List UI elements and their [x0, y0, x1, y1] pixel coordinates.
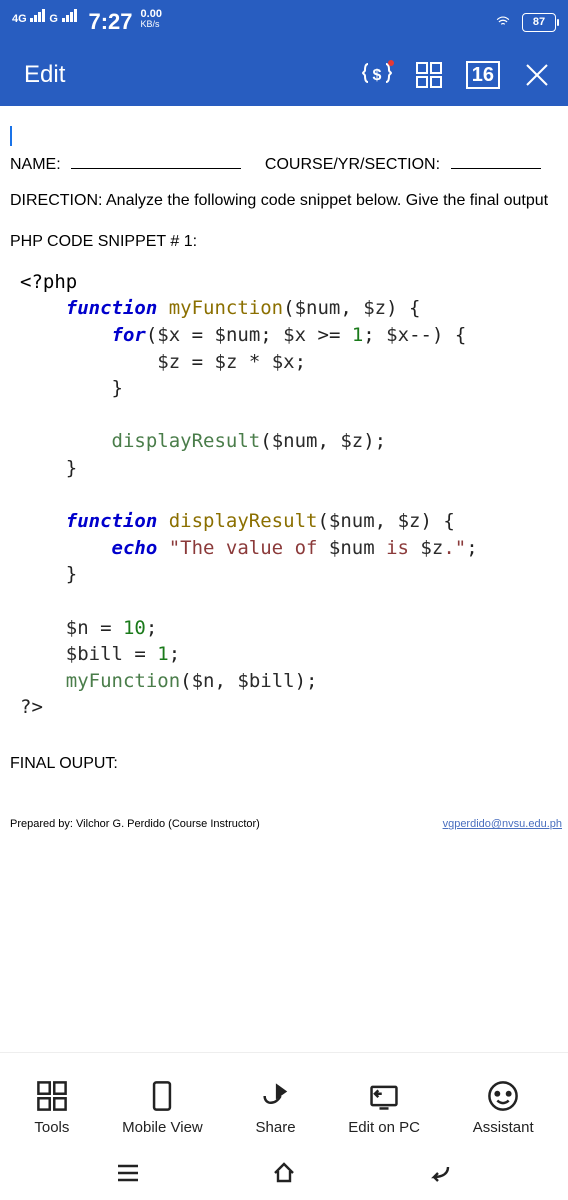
- code-toggle-button[interactable]: $: [362, 60, 392, 90]
- bottom-toolbar: Tools Mobile View Share Edit on PC Assis…: [0, 1052, 568, 1152]
- close-icon[interactable]: [522, 60, 552, 90]
- status-bar: 4G G 7:27 0.00 KB/s 87: [0, 0, 568, 44]
- instructor-email[interactable]: vgperdido@nvsu.edu.ph: [443, 816, 562, 834]
- back-icon[interactable]: [426, 1159, 454, 1187]
- dollar-braces-icon: $: [362, 60, 392, 90]
- signal-bars-1: [30, 9, 45, 22]
- assistant-button[interactable]: Assistant: [473, 1079, 534, 1136]
- assistant-icon: [486, 1079, 520, 1113]
- name-blank: [71, 168, 241, 169]
- pc-icon: [367, 1079, 401, 1113]
- grid-tools-icon: [35, 1079, 69, 1113]
- svg-text:$: $: [372, 67, 381, 84]
- mobile-view-button[interactable]: Mobile View: [122, 1079, 203, 1136]
- share-button[interactable]: Share: [256, 1079, 296, 1136]
- prepared-by: Prepared by: Vilchor G. Perdido (Course …: [10, 816, 260, 834]
- battery-indicator: 87: [522, 13, 556, 32]
- edit-on-pc-button[interactable]: Edit on PC: [348, 1079, 420, 1136]
- direction-text: DIRECTION: Analyze the following code sn…: [10, 188, 562, 214]
- page-title: Edit: [24, 61, 65, 89]
- speed-indicator: 0.00 KB/s: [141, 9, 162, 29]
- network-4g: 4G: [12, 13, 27, 25]
- wifi-icon: [494, 15, 512, 29]
- grid-icon[interactable]: [414, 60, 444, 90]
- code-block: <?php function myFunction($num, $z) { fo…: [20, 269, 562, 721]
- share-icon: [259, 1079, 293, 1113]
- text-cursor: [10, 126, 12, 146]
- page-counter[interactable]: 16: [466, 61, 500, 89]
- app-bar: Edit $ 16: [0, 44, 568, 106]
- menu-icon[interactable]: [114, 1159, 142, 1187]
- final-output-label: FINAL OUPUT:: [10, 751, 562, 777]
- signal-bars-2: [62, 9, 77, 22]
- network-g: G: [49, 13, 58, 25]
- clock-time: 7:27: [89, 9, 133, 35]
- document-body[interactable]: NAME: COURSE/YR/SECTION: DIRECTION: Anal…: [0, 106, 568, 1052]
- system-nav-bar: [0, 1152, 568, 1200]
- mobile-icon: [145, 1079, 179, 1113]
- course-blank: [451, 168, 541, 169]
- tools-button[interactable]: Tools: [34, 1079, 69, 1136]
- snippet-header: PHP CODE SNIPPET # 1:: [10, 229, 562, 255]
- course-label: COURSE/YR/SECTION:: [265, 156, 440, 173]
- home-icon[interactable]: [270, 1159, 298, 1187]
- name-label: NAME:: [10, 156, 61, 173]
